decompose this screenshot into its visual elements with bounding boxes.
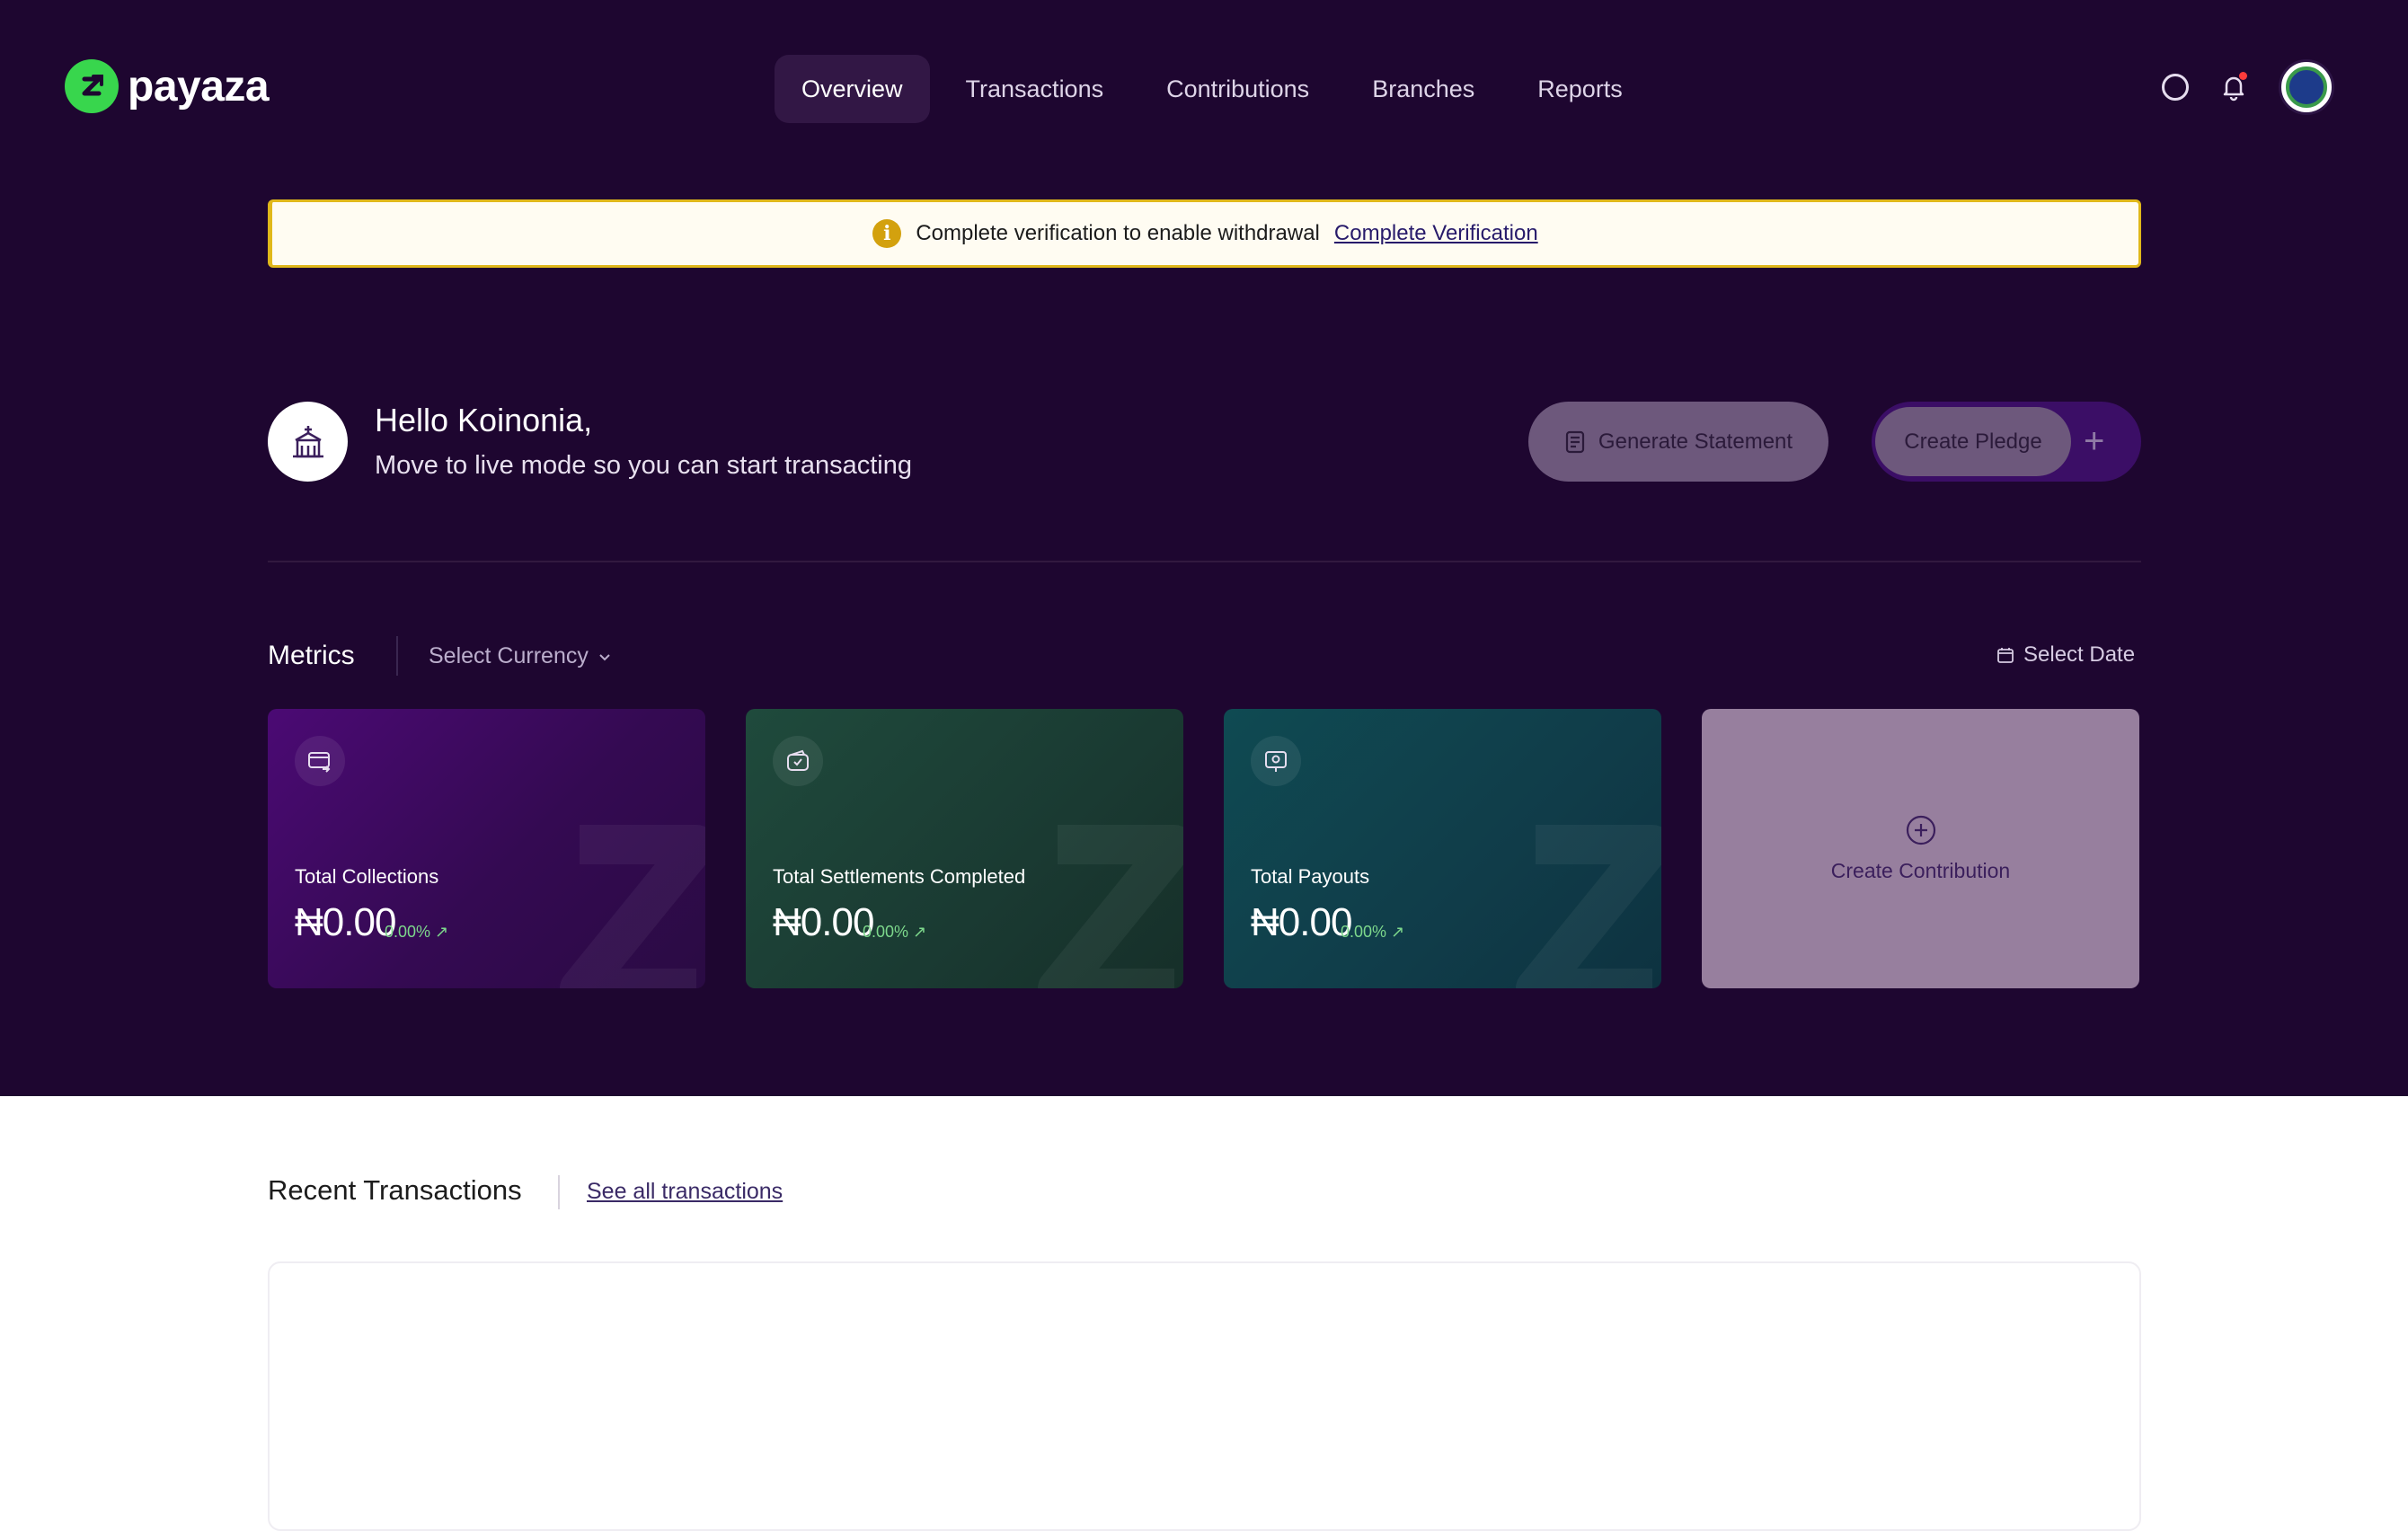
info-icon: i (872, 219, 902, 248)
logo-watermark (560, 825, 705, 988)
metric-card-payouts: Total Payouts ₦0.00 0.00% ↗ (1224, 709, 1661, 988)
generate-statement-button[interactable]: Generate Statement (1528, 402, 1828, 482)
chevron-down-icon (599, 653, 610, 660)
notification-dot (2239, 72, 2247, 80)
payaza-logo-icon (65, 59, 119, 113)
wallet-check-icon (773, 736, 823, 786)
payout-icon (1251, 736, 1301, 786)
metrics-separator (396, 636, 398, 676)
change-value: 0.00% (1341, 923, 1387, 941)
church-avatar (268, 402, 348, 482)
metric-card-settlements: Total Settlements Completed ₦0.00 0.00% … (746, 709, 1183, 988)
logo-watermark (1038, 825, 1183, 988)
banner-text: Complete verification to enable withdraw… (916, 221, 1320, 245)
see-all-transactions-link[interactable]: See all transactions (587, 1179, 783, 1205)
recent-transactions-title: Recent Transactions (268, 1174, 522, 1206)
main-nav: Overview Transactions Contributions Bran… (775, 55, 1650, 123)
card-change: 0.00% ↗ (863, 923, 926, 942)
org-logo (2286, 66, 2327, 108)
logo-watermark (1516, 825, 1661, 988)
brand-name: payaza (128, 62, 270, 111)
arrow-up-right-icon: ↗ (913, 923, 927, 941)
currency-select[interactable]: Select Currency (429, 643, 612, 669)
nav-overview[interactable]: Overview (775, 55, 930, 123)
create-contribution-card[interactable]: Create Contribution (1702, 709, 2139, 988)
card-label: Total Payouts (1251, 865, 1370, 888)
header-actions (2162, 59, 2334, 115)
currency-select-label: Select Currency (429, 643, 589, 668)
card-change: 0.00% ↗ (385, 923, 448, 942)
card-value: ₦0.00 (773, 900, 874, 944)
nav-branches[interactable]: Branches (1345, 55, 1501, 123)
card-transfer-icon (295, 736, 345, 786)
card-value: ₦0.00 (295, 900, 396, 944)
arrow-up-right-icon: ↗ (435, 923, 449, 941)
change-value: 0.00% (385, 923, 431, 941)
plus-circle-icon (1906, 815, 1935, 845)
card-label: Total Collections (295, 865, 439, 888)
church-icon (292, 425, 323, 457)
date-picker[interactable]: Select Date (1996, 642, 2135, 668)
plus-icon[interactable]: + (2084, 421, 2104, 462)
recent-transactions-table (268, 1261, 2141, 1531)
verification-banner: i Complete verification to enable withdr… (268, 199, 2141, 268)
org-avatar[interactable] (2279, 59, 2334, 115)
greeting-title: Hello Koinonia, (375, 402, 593, 438)
payaza-logo[interactable]: payaza (65, 59, 270, 113)
section-divider (268, 561, 2141, 562)
nav-reports[interactable]: Reports (1510, 55, 1650, 123)
metrics-title: Metrics (268, 641, 355, 670)
recent-separator (558, 1175, 560, 1209)
nav-transactions[interactable]: Transactions (939, 55, 1131, 123)
change-value: 0.00% (863, 923, 909, 941)
arrow-up-right-icon: ↗ (1391, 923, 1405, 941)
metric-card-collections: Total Collections ₦0.00 0.00% ↗ (268, 709, 705, 988)
card-change: 0.00% ↗ (1341, 923, 1404, 942)
card-value: ₦0.00 (1251, 900, 1352, 944)
calendar-icon (1997, 648, 2014, 663)
document-icon (1565, 430, 1585, 453)
create-pledge-group: Create Pledge + (1872, 402, 2141, 482)
create-contribution-label: Create Contribution (1830, 859, 2011, 882)
generate-statement-label: Generate Statement (1598, 429, 1793, 454)
complete-verification-link[interactable]: Complete Verification (1334, 221, 1538, 246)
nav-contributions[interactable]: Contributions (1139, 55, 1336, 123)
help-circle-icon[interactable] (2162, 74, 2189, 101)
create-pledge-button[interactable]: Create Pledge (1875, 407, 2071, 476)
card-label: Total Settlements Completed (773, 865, 1026, 888)
select-date-label: Select Date (2023, 642, 2136, 667)
greeting-subtitle: Move to live mode so you can start trans… (375, 451, 913, 480)
bell-icon[interactable] (2218, 71, 2250, 103)
